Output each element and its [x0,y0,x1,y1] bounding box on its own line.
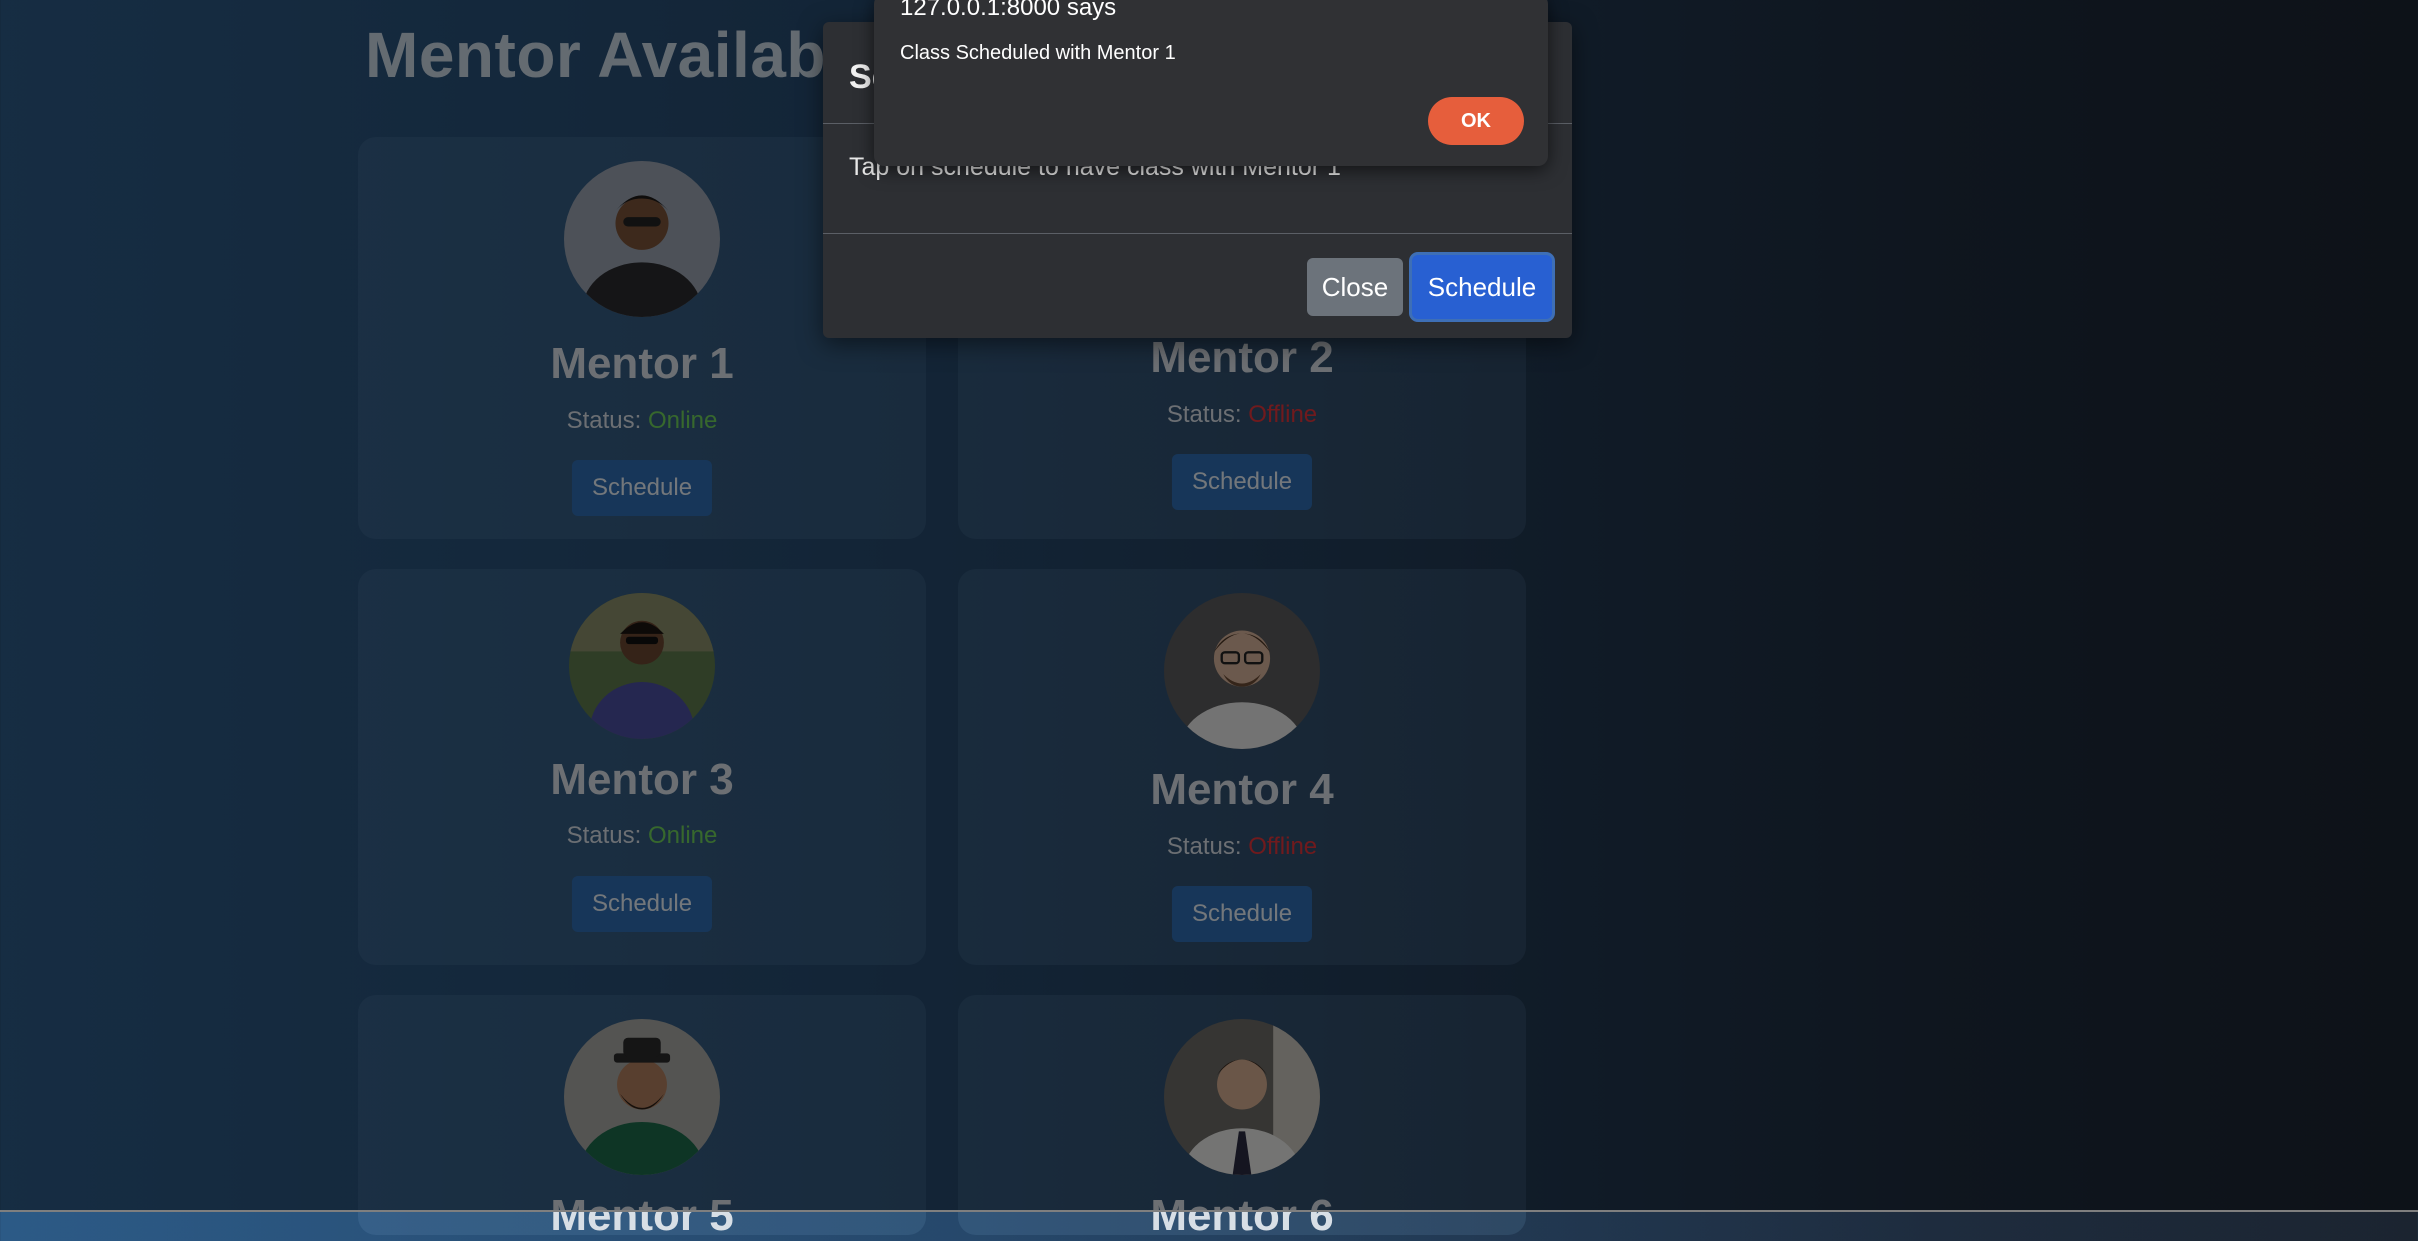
alert-ok-button[interactable]: OK [1428,97,1524,145]
modal-close-button[interactable]: Close [1307,258,1403,316]
modal-footer-divider [823,233,1572,234]
alert-origin: 127.0.0.1:8000 says [900,0,1117,21]
modal-schedule-button[interactable]: Schedule [1412,255,1552,319]
browser-alert-dialog: 127.0.0.1:8000 says Class Scheduled with… [874,0,1548,166]
alert-message: Class Scheduled with Mentor 1 [900,42,1176,64]
